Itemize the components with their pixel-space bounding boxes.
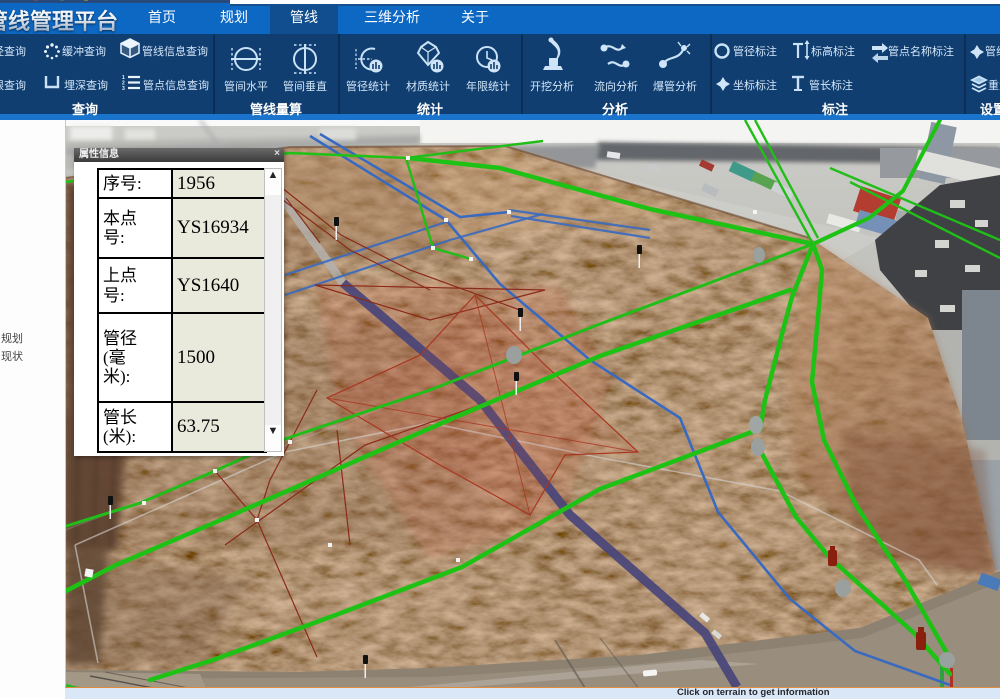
svg-text:3: 3: [122, 86, 125, 92]
